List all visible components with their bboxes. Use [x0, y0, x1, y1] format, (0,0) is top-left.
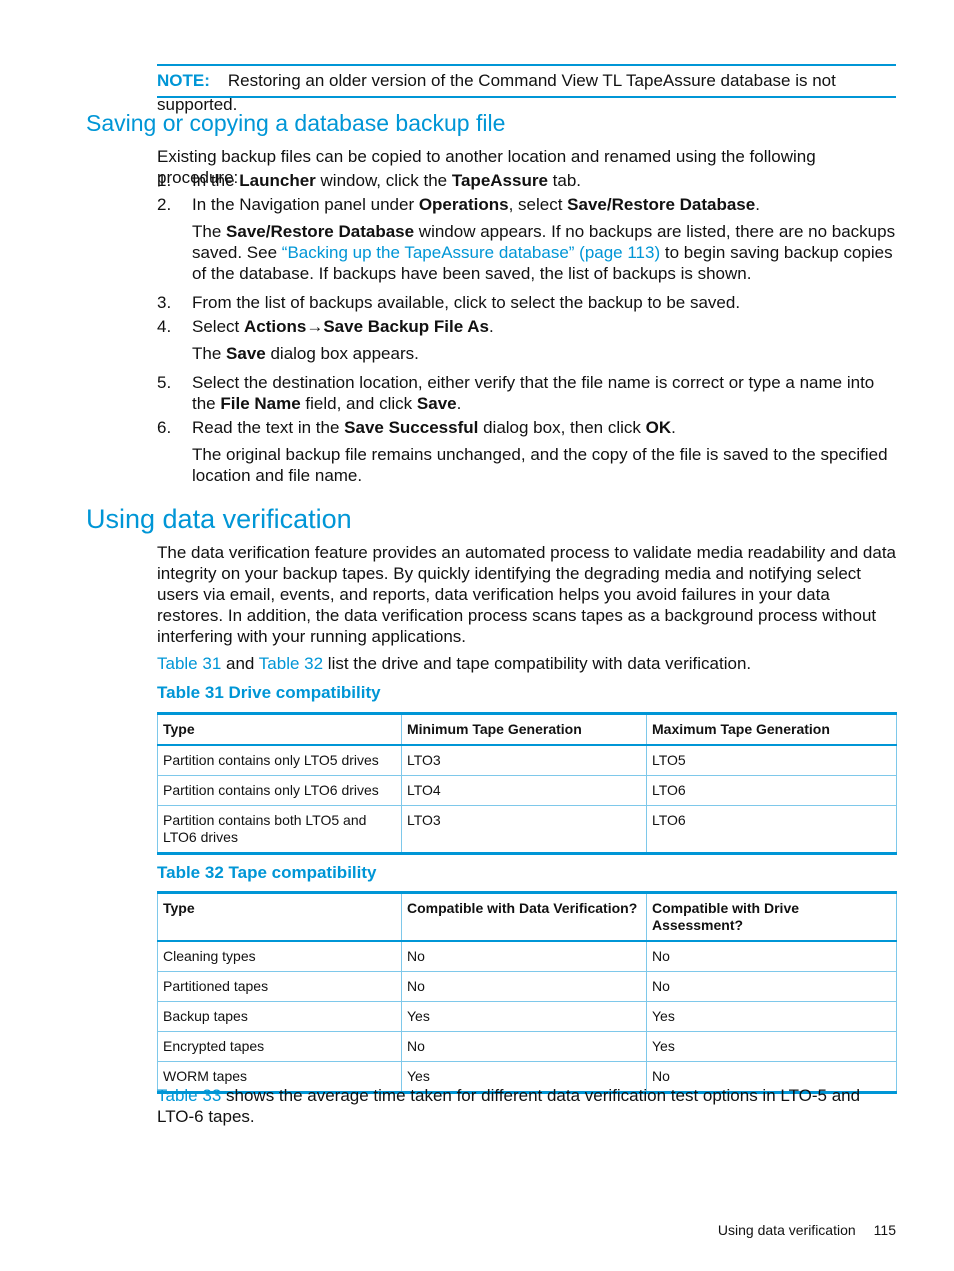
table-row: Partition contains only LTO5 drives LTO3 L…	[157, 744, 897, 776]
table-row: Partition contains both LTO5 and LTO6 dr…	[157, 805, 897, 854]
closing-paragraph: Table 33 shows the average time taken fo…	[157, 1086, 861, 1126]
table-reference: Table 31 and Table 32 list the drive and…	[157, 654, 752, 673]
section-heading-saving: Saving or copying a database backup file	[86, 110, 506, 136]
link-table-31[interactable]: Table 31	[157, 654, 221, 673]
page-footer: Using data verification 115	[718, 1222, 896, 1238]
note-text: Restoring an older version of the Comman…	[157, 71, 836, 114]
footer-section: Using data verification	[717, 1222, 856, 1238]
step-2-detail: The Save/Restore Database window appears…	[192, 222, 896, 283]
page-number: 115	[873, 1222, 896, 1238]
link-table-33[interactable]: Table 33	[157, 1086, 221, 1105]
table-row: Encrypted tapes No Yes	[157, 1031, 897, 1062]
table-header-row: Type Compatible with Data Verification? Co…	[157, 892, 897, 942]
table-31-caption: Table 31 Drive compatibility	[157, 683, 381, 702]
note-bottom-rule	[157, 96, 896, 98]
step-4-detail: The Save dialog box appears.	[192, 344, 419, 363]
link-backing-up-database[interactable]: “Backing up the TapeAssure database” (pa…	[282, 243, 660, 262]
step-6-detail: The original backup file remains unchang…	[192, 445, 888, 485]
section-heading-data-verification: Using data verification	[86, 504, 352, 534]
table-row: Backup tapes Yes Yes	[157, 1001, 897, 1032]
section2-paragraph: The data verification feature provides a…	[157, 543, 897, 646]
table-row: Cleaning types No No	[157, 940, 897, 972]
table-row: Partition contains only LTO6 drives LTO4 L…	[157, 775, 897, 806]
link-table-32[interactable]: Table 32	[259, 654, 323, 673]
table-tape-compatibility: Type Compatible with Data Verification? Co…	[157, 891, 897, 1094]
table-header-row: Type Minimum Tape Generation Maximum Tape …	[157, 713, 897, 746]
table-drive-compatibility: Type Minimum Tape Generation Maximum Tape …	[157, 712, 897, 855]
note-label: NOTE:	[157, 71, 210, 90]
table-row: Partitioned tapes No No	[157, 971, 897, 1002]
table-32-caption: Table 32 Tape compatibility	[157, 863, 377, 882]
note-top-rule	[157, 64, 896, 66]
